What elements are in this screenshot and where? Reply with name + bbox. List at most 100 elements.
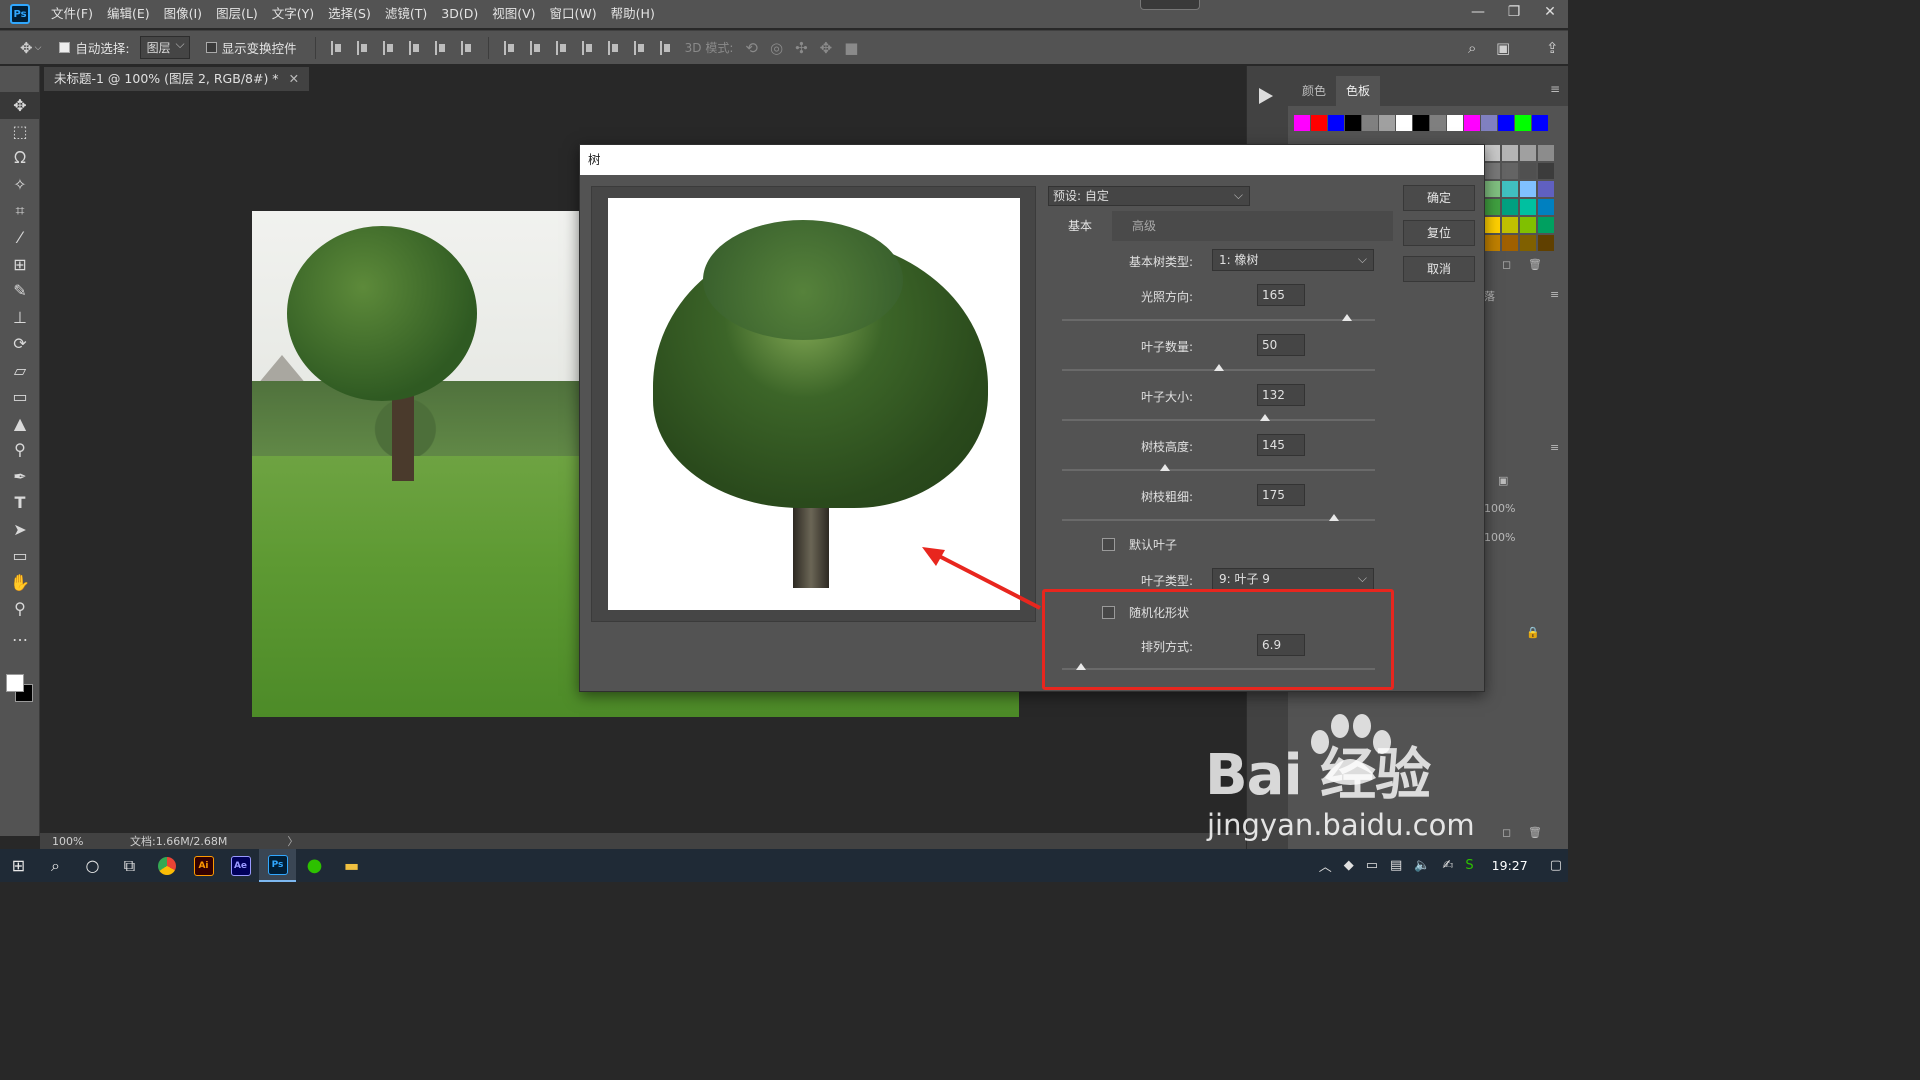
- opacity-value[interactable]: 100%: [1484, 502, 1515, 522]
- distribute-hcenter-icon[interactable]: [607, 40, 620, 55]
- document-tab[interactable]: 未标题-1 @ 100% (图层 2, RGB/8#) * ✕: [44, 67, 310, 91]
- swatch[interactable]: [1538, 145, 1554, 161]
- dodge-tool-icon[interactable]: ⚲: [0, 437, 40, 464]
- 3d-pan-icon[interactable]: ✣: [795, 39, 808, 57]
- menu-select[interactable]: 选择(S): [321, 0, 378, 28]
- foreground-color[interactable]: [6, 674, 24, 692]
- color-swatches[interactable]: [6, 674, 36, 704]
- menu-type[interactable]: 文字(Y): [265, 0, 321, 28]
- swatch[interactable]: [1520, 217, 1536, 233]
- swatch[interactable]: [1498, 115, 1514, 131]
- swatch[interactable]: [1520, 199, 1536, 215]
- tree-type-dropdown[interactable]: 1: 橡树: [1212, 249, 1374, 271]
- close-icon[interactable]: ✕: [289, 67, 299, 91]
- swatch[interactable]: [1413, 115, 1429, 131]
- menu-help[interactable]: 帮助(H): [604, 0, 662, 28]
- trash-icon[interactable]: 🗑: [1528, 258, 1542, 278]
- move-tool-icon[interactable]: ✥: [0, 92, 40, 119]
- search-icon[interactable]: ⌕: [1468, 39, 1476, 57]
- network-icon[interactable]: ▤: [1390, 858, 1402, 873]
- swatch[interactable]: [1484, 145, 1500, 161]
- chevron-down-icon[interactable]: ⌵: [35, 43, 42, 53]
- swatch[interactable]: [1538, 199, 1554, 215]
- ok-button[interactable]: 确定: [1403, 185, 1475, 211]
- tab-swatches[interactable]: 色板: [1336, 76, 1381, 106]
- pen-icon[interactable]: ✍: [1443, 858, 1454, 873]
- menu-layer[interactable]: 图层(L): [209, 0, 265, 28]
- align-bottom-icon[interactable]: [382, 40, 395, 55]
- slider-thumb[interactable]: [1329, 514, 1340, 521]
- eyedropper-tool-icon[interactable]: ⁄: [0, 225, 40, 252]
- volume-icon[interactable]: 🔈: [1414, 858, 1430, 873]
- security-icon[interactable]: ◆: [1344, 858, 1354, 873]
- menu-filter[interactable]: 滤镜(T): [378, 0, 434, 28]
- more-tools-icon[interactable]: …: [0, 622, 40, 649]
- move-tool-icon[interactable]: ✥: [20, 39, 33, 57]
- leaf-count-input[interactable]: 50: [1257, 334, 1305, 356]
- auto-select-checkbox[interactable]: [59, 42, 71, 53]
- slider-thumb[interactable]: [1160, 464, 1171, 471]
- swatch[interactable]: [1520, 163, 1536, 179]
- distribute-top-icon[interactable]: [503, 40, 516, 55]
- swatch[interactable]: [1538, 235, 1554, 251]
- trash-icon[interactable]: 🗑: [1528, 826, 1542, 846]
- battery-icon[interactable]: ▭: [1366, 858, 1378, 873]
- healing-brush-tool-icon[interactable]: ⊞: [0, 251, 40, 278]
- hand-tool-icon[interactable]: ✋: [0, 569, 40, 596]
- 3d-slide-icon[interactable]: ✥: [820, 39, 833, 57]
- swatch[interactable]: [1520, 235, 1536, 251]
- menu-window[interactable]: 窗口(W): [543, 0, 604, 28]
- swatch[interactable]: [1430, 115, 1446, 131]
- slider-thumb[interactable]: [1260, 414, 1271, 421]
- photoshop-app[interactable]: Ps: [259, 849, 296, 882]
- eraser-tool-icon[interactable]: ▱: [0, 357, 40, 384]
- input-method-icon[interactable]: S: [1465, 858, 1473, 873]
- lasso-tool-icon[interactable]: ᘯ: [0, 145, 40, 172]
- swatch[interactable]: [1396, 115, 1412, 131]
- notification-icon[interactable]: ▢: [1550, 858, 1562, 873]
- tab-advanced[interactable]: 高级: [1112, 211, 1176, 241]
- light-direction-slider[interactable]: [1062, 314, 1375, 321]
- leaf-size-input[interactable]: 132: [1257, 384, 1305, 406]
- chevron-up-icon[interactable]: ︿: [1319, 856, 1332, 875]
- panel-menu-icon[interactable]: ≡: [1550, 82, 1560, 96]
- distribute-bottom-icon[interactable]: [555, 40, 568, 55]
- align-hcenter-icon[interactable]: [434, 40, 447, 55]
- fill-value[interactable]: 100%: [1484, 531, 1515, 551]
- magic-wand-tool-icon[interactable]: ✧: [0, 172, 40, 199]
- slider-thumb[interactable]: [1341, 314, 1352, 321]
- file-explorer-icon[interactable]: ▬: [333, 849, 370, 882]
- swatch[interactable]: [1502, 217, 1518, 233]
- swatch[interactable]: [1520, 145, 1536, 161]
- swatch[interactable]: [1520, 181, 1536, 197]
- swatch[interactable]: [1294, 115, 1310, 131]
- rectangle-tool-icon[interactable]: ▭: [0, 543, 40, 570]
- tab-color[interactable]: 颜色: [1292, 76, 1336, 106]
- branch-height-input[interactable]: 145: [1257, 434, 1305, 456]
- swatch[interactable]: [1484, 217, 1500, 233]
- tab-basic[interactable]: 基本: [1048, 211, 1112, 241]
- swatch[interactable]: [1502, 235, 1518, 251]
- menu-edit[interactable]: 编辑(E): [100, 0, 157, 28]
- stamp-tool-icon[interactable]: ⊥: [0, 304, 40, 331]
- swatch[interactable]: [1502, 181, 1518, 197]
- swatch[interactable]: [1502, 199, 1518, 215]
- default-leaves-checkbox[interactable]: [1102, 538, 1115, 551]
- auto-align-icon[interactable]: [659, 40, 672, 55]
- branch-thickness-input[interactable]: 175: [1257, 484, 1305, 506]
- swatch[interactable]: [1464, 115, 1480, 131]
- branch-height-slider[interactable]: [1062, 464, 1375, 471]
- menu-image[interactable]: 图像(I): [157, 0, 209, 28]
- new-swatch-icon[interactable]: ◻: [1502, 258, 1511, 278]
- reset-button[interactable]: 复位: [1403, 220, 1475, 246]
- restore-icon[interactable]: ❐: [1496, 0, 1532, 24]
- slider-thumb[interactable]: [1213, 364, 1224, 371]
- swatch[interactable]: [1484, 181, 1500, 197]
- search-icon[interactable]: ⌕: [37, 849, 74, 882]
- swatch[interactable]: [1538, 181, 1554, 197]
- align-right-icon[interactable]: [460, 40, 473, 55]
- clock[interactable]: 19:27: [1492, 858, 1528, 873]
- marquee-tool-icon[interactable]: ⬚: [0, 119, 40, 146]
- swatch[interactable]: [1481, 115, 1497, 131]
- swatch[interactable]: [1515, 115, 1531, 131]
